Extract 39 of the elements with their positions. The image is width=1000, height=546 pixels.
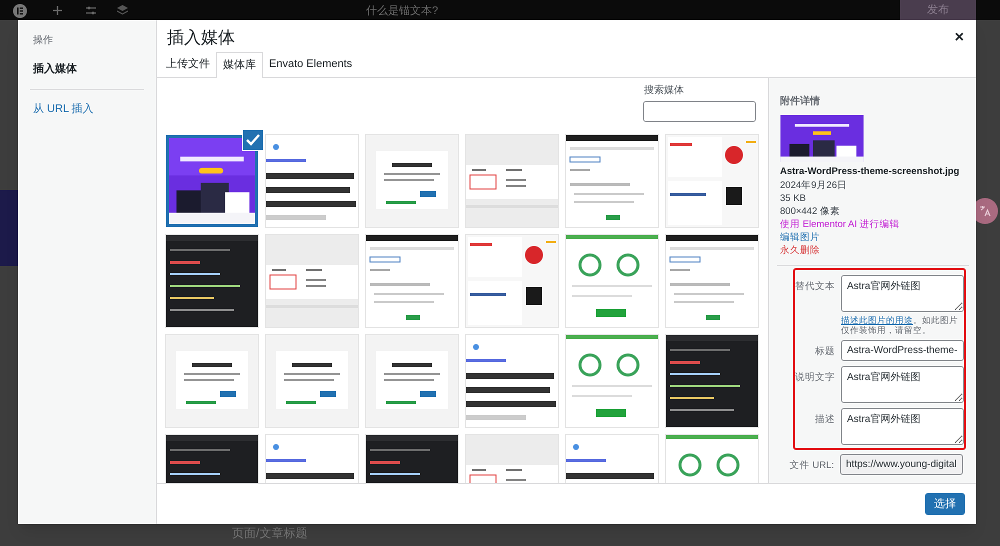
page-heading: 页面/文章标题 bbox=[232, 525, 308, 542]
modal-title: 插入媒体 bbox=[167, 27, 235, 50]
logo-icon[interactable] bbox=[13, 4, 27, 18]
field-label: 说明文字 bbox=[795, 371, 836, 386]
sidebar-item[interactable]: 从 URL 插入 bbox=[33, 100, 141, 118]
file-name: Astra-WordPress-theme-screenshot.jpg bbox=[780, 165, 960, 179]
help-link[interactable]: 描述此图片的用途 bbox=[841, 315, 913, 326]
field-label: 替代文本 bbox=[795, 280, 836, 294]
sidebar-heading: 操作 bbox=[33, 34, 54, 48]
text-area[interactable]: Astra官网外链图 bbox=[841, 275, 964, 312]
upload-date: 2024年9月26日 bbox=[780, 179, 848, 192]
ai-edit-link[interactable]: 使用 Elementor AI 进行编辑 bbox=[780, 218, 966, 232]
search-field[interactable] bbox=[643, 101, 756, 122]
close-button[interactable]: × bbox=[954, 30, 964, 46]
select-button[interactable]: 选择 bbox=[925, 493, 965, 515]
input-field[interactable]: Astra-WordPress-theme- bbox=[841, 340, 964, 362]
url-field[interactable]: https://www.young-digital bbox=[840, 454, 963, 476]
field-label: 描述 bbox=[814, 413, 836, 428]
add-icon[interactable] bbox=[53, 6, 62, 15]
help-text: 描述此图片的用途。如此图片仅作装饰用，请留空。 bbox=[841, 315, 959, 336]
tab[interactable]: 媒体库 bbox=[216, 52, 263, 78]
edit-image-link[interactable]: 编辑图片 bbox=[780, 231, 966, 244]
field-label: 文件 URL: bbox=[788, 459, 835, 474]
text-area[interactable]: Astra官网外链图 bbox=[841, 366, 964, 404]
image-dimensions: 800×442 像素 bbox=[780, 205, 841, 218]
layers-icon[interactable] bbox=[117, 5, 128, 15]
details-heading: 附件详情 bbox=[780, 94, 821, 109]
text-area[interactable]: Astra官网外链图 bbox=[841, 408, 964, 446]
search-label: 搜索媒体 bbox=[643, 84, 685, 98]
checkmark-icon[interactable] bbox=[242, 129, 264, 151]
tab[interactable]: Envato Elements bbox=[263, 52, 358, 77]
tab[interactable]: 上传文件 bbox=[160, 52, 216, 77]
delete-link[interactable]: 永久删除 bbox=[780, 244, 966, 258]
translate-icon[interactable] bbox=[979, 205, 991, 217]
sliders-icon[interactable] bbox=[86, 6, 96, 15]
page-title: 什么是锚文本? bbox=[366, 4, 438, 19]
file-size: 35 KB bbox=[780, 192, 807, 206]
sidebar-item[interactable]: 插入媒体 bbox=[33, 60, 141, 78]
field-label: 标题 bbox=[814, 345, 836, 360]
